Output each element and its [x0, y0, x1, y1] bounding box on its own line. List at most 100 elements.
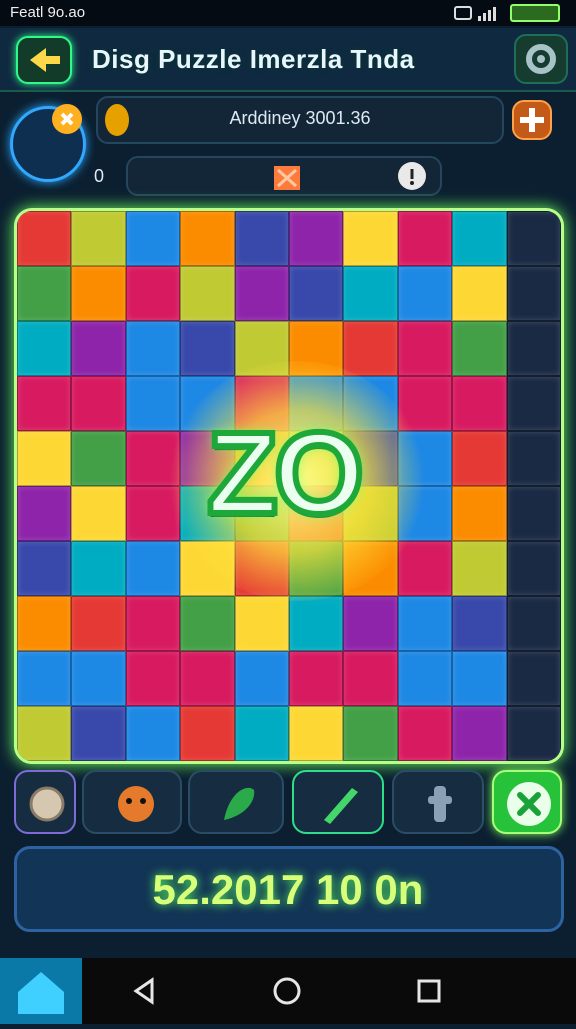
- puzzle-piece[interactable]: [71, 596, 126, 651]
- puzzle-piece[interactable]: [289, 596, 344, 651]
- puzzle-piece[interactable]: [71, 541, 126, 596]
- puzzle-piece[interactable]: [71, 486, 126, 541]
- puzzle-piece[interactable]: [506, 376, 561, 431]
- puzzle-piece[interactable]: [17, 211, 72, 266]
- home-tab[interactable]: [0, 958, 82, 1024]
- puzzle-piece[interactable]: [180, 266, 235, 321]
- puzzle-piece[interactable]: [234, 596, 289, 651]
- leaf-button[interactable]: [188, 770, 284, 834]
- puzzle-piece[interactable]: [452, 541, 507, 596]
- puzzle-piece[interactable]: [71, 266, 126, 321]
- puzzle-piece[interactable]: [452, 596, 507, 651]
- settings-button[interactable]: [514, 34, 568, 84]
- face-button[interactable]: [82, 770, 182, 834]
- puzzle-piece[interactable]: [71, 651, 126, 706]
- puzzle-piece[interactable]: [289, 266, 344, 321]
- puzzle-piece[interactable]: [397, 266, 453, 321]
- puzzle-piece[interactable]: [71, 211, 126, 266]
- puzzle-piece[interactable]: [506, 321, 561, 376]
- puzzle-piece[interactable]: [343, 651, 398, 706]
- puzzle-piece[interactable]: [17, 431, 72, 486]
- puzzle-piece[interactable]: [71, 706, 126, 761]
- puzzle-piece[interactable]: [125, 541, 181, 596]
- home-icon: [18, 972, 64, 1014]
- back-icon[interactable]: [126, 972, 164, 1010]
- puzzle-piece[interactable]: [289, 211, 344, 266]
- battery-icon: [510, 4, 560, 22]
- puzzle-piece[interactable]: [180, 321, 235, 376]
- puzzle-piece[interactable]: [452, 706, 507, 761]
- puzzle-piece[interactable]: [125, 706, 181, 761]
- puzzle-piece[interactable]: [452, 486, 507, 541]
- puzzle-piece[interactable]: [180, 596, 235, 651]
- puzzle-piece[interactable]: [125, 651, 181, 706]
- coin-button[interactable]: [14, 770, 76, 834]
- puzzle-piece[interactable]: [125, 321, 181, 376]
- puzzle-piece[interactable]: [17, 541, 72, 596]
- puzzle-piece[interactable]: [289, 706, 344, 761]
- puzzle-piece[interactable]: [234, 266, 289, 321]
- pencil-button[interactable]: [292, 770, 384, 834]
- pin-button[interactable]: [392, 770, 484, 834]
- puzzle-piece[interactable]: [506, 211, 561, 266]
- puzzle-piece[interactable]: [71, 376, 126, 431]
- puzzle-piece[interactable]: [234, 706, 289, 761]
- puzzle-piece[interactable]: [234, 211, 289, 266]
- puzzle-piece[interactable]: [343, 211, 398, 266]
- puzzle-piece[interactable]: [17, 596, 72, 651]
- puzzle-piece[interactable]: [343, 596, 398, 651]
- status-text: Featl 9o.ao: [10, 4, 86, 21]
- leaf-icon: [224, 787, 255, 820]
- recent-apps-icon[interactable]: [410, 972, 448, 1010]
- puzzle-piece[interactable]: [125, 596, 181, 651]
- puzzle-piece[interactable]: [506, 596, 561, 651]
- puzzle-piece[interactable]: [397, 706, 453, 761]
- puzzle-piece[interactable]: [17, 266, 72, 321]
- puzzle-piece[interactable]: [452, 211, 507, 266]
- puzzle-piece[interactable]: [397, 651, 453, 706]
- puzzle-piece[interactable]: [506, 541, 561, 596]
- circle-home-icon[interactable]: [268, 972, 306, 1010]
- puzzle-piece[interactable]: [506, 431, 561, 486]
- add-button[interactable]: [512, 100, 552, 140]
- puzzle-piece[interactable]: [452, 266, 507, 321]
- puzzle-piece[interactable]: [71, 321, 126, 376]
- puzzle-piece[interactable]: [180, 706, 235, 761]
- puzzle-piece[interactable]: [180, 651, 235, 706]
- puzzle-piece[interactable]: [452, 431, 507, 486]
- puzzle-piece[interactable]: [343, 321, 398, 376]
- puzzle-piece[interactable]: [343, 706, 398, 761]
- puzzle-piece[interactable]: [17, 486, 72, 541]
- puzzle-piece[interactable]: [17, 321, 72, 376]
- wifi-icon: [454, 6, 472, 20]
- check-button[interactable]: [492, 770, 562, 834]
- puzzle-piece[interactable]: [506, 266, 561, 321]
- info-icon[interactable]: [398, 162, 426, 190]
- pencil-icon: [324, 788, 358, 824]
- puzzle-piece[interactable]: [452, 321, 507, 376]
- puzzle-piece[interactable]: [180, 211, 235, 266]
- puzzle-piece[interactable]: [506, 486, 561, 541]
- puzzle-piece[interactable]: [125, 211, 181, 266]
- puzzle-piece[interactable]: [234, 651, 289, 706]
- puzzle-piece[interactable]: [452, 651, 507, 706]
- puzzle-piece[interactable]: [17, 651, 72, 706]
- puzzle-piece[interactable]: [506, 651, 561, 706]
- puzzle-piece[interactable]: [71, 431, 126, 486]
- puzzle-piece[interactable]: [289, 651, 344, 706]
- gear-icon: [526, 44, 556, 74]
- puzzle-piece[interactable]: [397, 211, 453, 266]
- puzzle-piece[interactable]: [343, 266, 398, 321]
- puzzle-piece[interactable]: [452, 376, 507, 431]
- close-badge-icon[interactable]: [52, 104, 82, 134]
- puzzle-piece[interactable]: [125, 376, 181, 431]
- puzzle-piece[interactable]: [506, 706, 561, 761]
- puzzle-piece[interactable]: [397, 596, 453, 651]
- puzzle-piece[interactable]: [17, 376, 72, 431]
- puzzle-piece[interactable]: [397, 541, 453, 596]
- puzzle-piece[interactable]: [17, 706, 72, 761]
- back-button[interactable]: [16, 36, 72, 84]
- puzzle-board[interactable]: ZO: [14, 208, 564, 764]
- puzzle-piece[interactable]: [125, 266, 181, 321]
- puzzle-piece[interactable]: [397, 321, 453, 376]
